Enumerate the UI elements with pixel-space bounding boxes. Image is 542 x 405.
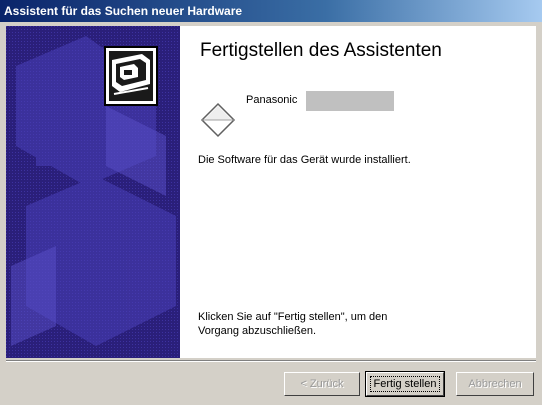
button-separator — [6, 360, 536, 362]
install-status: Die Software für das Gerät wurde install… — [198, 154, 411, 166]
wizard-banner — [6, 26, 180, 358]
wizard-window: Assistent für das Suchen neuer Hardware — [0, 0, 542, 405]
content-pane: Fertigstellen des Assistenten Panasonic … — [180, 26, 536, 358]
page-title: Fertigstellen des Assistenten — [200, 40, 442, 61]
device-name: Panasonic — [246, 94, 298, 106]
hardware-wizard-icon — [104, 46, 158, 106]
finish-hint-line2: Vorgang abzuschließen. — [198, 325, 317, 337]
finish-hint: Klicken Sie auf "Fertig stellen", um den… — [198, 310, 528, 338]
cancel-button[interactable]: Abbrechen — [456, 372, 534, 396]
back-button[interactable]: < Zurück — [284, 372, 360, 396]
redacted-device-model — [306, 91, 394, 111]
finish-hint-line1: Klicken Sie auf "Fertig stellen", um den — [198, 311, 388, 323]
device-diamond-icon — [200, 102, 236, 138]
focus-rectangle — [370, 376, 440, 392]
title-bar[interactable]: Assistent für das Suchen neuer Hardware — [0, 0, 542, 22]
finish-button[interactable]: Fertig stellen — [365, 371, 445, 397]
window-title: Assistent für das Suchen neuer Hardware — [4, 4, 243, 18]
